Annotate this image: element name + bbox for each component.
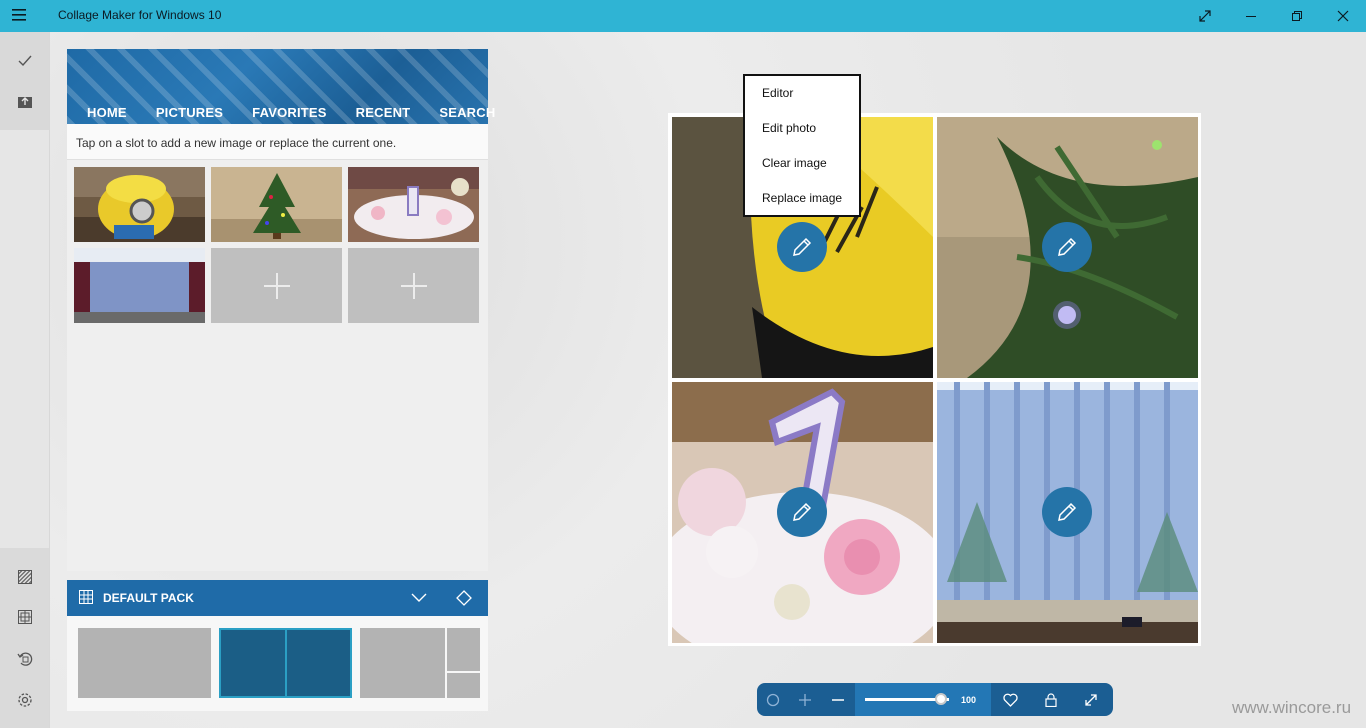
- panel-header: HOME PICTURES FAVORITES RECENT SEARCH: [67, 49, 495, 124]
- heart-icon[interactable]: [999, 683, 1021, 716]
- hamburger-menu-icon[interactable]: [12, 9, 34, 23]
- layout-single[interactable]: [78, 628, 211, 698]
- plus-icon: [400, 272, 427, 299]
- pack-header[interactable]: DEFAULT PACK: [67, 580, 488, 616]
- tab-recent[interactable]: RECENT: [356, 105, 411, 120]
- rotate-icon[interactable]: [15, 649, 35, 669]
- grid-layout-icon[interactable]: [15, 607, 35, 627]
- tab-search[interactable]: SEARCH: [439, 105, 495, 120]
- edit-slot-button[interactable]: [1042, 222, 1092, 272]
- menu-item-editor[interactable]: Editor: [762, 86, 793, 100]
- pencil-icon: [1058, 237, 1077, 256]
- empty-slot[interactable]: [211, 248, 342, 323]
- plus-icon: [263, 272, 290, 299]
- close-icon: [1337, 10, 1349, 22]
- layout-two-column[interactable]: [219, 628, 352, 698]
- edit-slot-button[interactable]: [777, 487, 827, 537]
- fullscreen-icon[interactable]: [1080, 683, 1102, 716]
- title-bar: Collage Maker for Windows 10: [0, 0, 1366, 32]
- layout-one-plus-two[interactable]: [360, 628, 480, 698]
- thumbnail-image[interactable]: [74, 167, 205, 242]
- layout-picker: [67, 616, 488, 711]
- diamond-icon[interactable]: [456, 590, 472, 606]
- zoom-in-icon[interactable]: [795, 683, 815, 716]
- slider-knob[interactable]: [934, 693, 947, 705]
- menu-item-replace-image[interactable]: Replace image: [762, 191, 842, 205]
- restore-button[interactable]: [1274, 0, 1320, 32]
- settings-icon[interactable]: [15, 690, 35, 710]
- window-title: Collage Maker for Windows 10: [58, 8, 222, 22]
- picker-nav: HOME PICTURES FAVORITES RECENT SEARCH: [87, 105, 524, 120]
- edit-slot-button[interactable]: [1042, 487, 1092, 537]
- grid-icon: [79, 590, 93, 604]
- upload-icon[interactable]: [15, 91, 35, 111]
- tab-favorites[interactable]: FAVORITES: [252, 105, 327, 120]
- menu-item-clear-image[interactable]: Clear image: [762, 156, 827, 170]
- pencil-icon: [793, 237, 812, 256]
- minimize-icon: [1246, 16, 1256, 17]
- texture-icon[interactable]: [15, 567, 35, 587]
- thumbnail-image[interactable]: [348, 167, 479, 242]
- left-rail: [0, 32, 50, 728]
- expand-button[interactable]: [1182, 0, 1228, 32]
- bottom-toolbar: 100: [757, 683, 1113, 716]
- image-picker-panel: HOME PICTURES FAVORITES RECENT SEARCH Ta…: [67, 49, 495, 571]
- tab-home[interactable]: HOME: [87, 105, 127, 120]
- thumbnail-image[interactable]: [211, 167, 342, 242]
- minimize-button[interactable]: [1228, 0, 1274, 32]
- pencil-icon: [793, 502, 812, 521]
- empty-slot[interactable]: [348, 248, 479, 323]
- pack-label: DEFAULT PACK: [103, 591, 194, 605]
- thumbnail-image[interactable]: [74, 248, 205, 323]
- lock-icon[interactable]: [1040, 683, 1062, 716]
- zoom-value: 100: [961, 695, 977, 705]
- tab-pictures[interactable]: PICTURES: [156, 105, 223, 120]
- edit-slot-button[interactable]: [777, 222, 827, 272]
- shape-icon[interactable]: [763, 683, 783, 716]
- menu-item-edit-photo[interactable]: Edit photo: [762, 121, 816, 135]
- zoom-slider[interactable]: 100: [855, 683, 991, 716]
- context-menu: Editor Edit photo Clear image Replace im…: [743, 74, 861, 217]
- pencil-icon: [1058, 502, 1077, 521]
- check-icon[interactable]: [15, 51, 35, 71]
- hint-text: Tap on a slot to add a new image or repl…: [67, 124, 488, 160]
- close-button[interactable]: [1320, 0, 1366, 32]
- expand-diagonal-icon: [1199, 10, 1211, 22]
- rail-top-group: [0, 32, 49, 130]
- chevron-down-icon[interactable]: [410, 590, 428, 604]
- watermark: www.wincore.ru: [1232, 698, 1352, 717]
- restore-icon: [1292, 11, 1302, 21]
- zoom-out-icon[interactable]: [828, 683, 848, 716]
